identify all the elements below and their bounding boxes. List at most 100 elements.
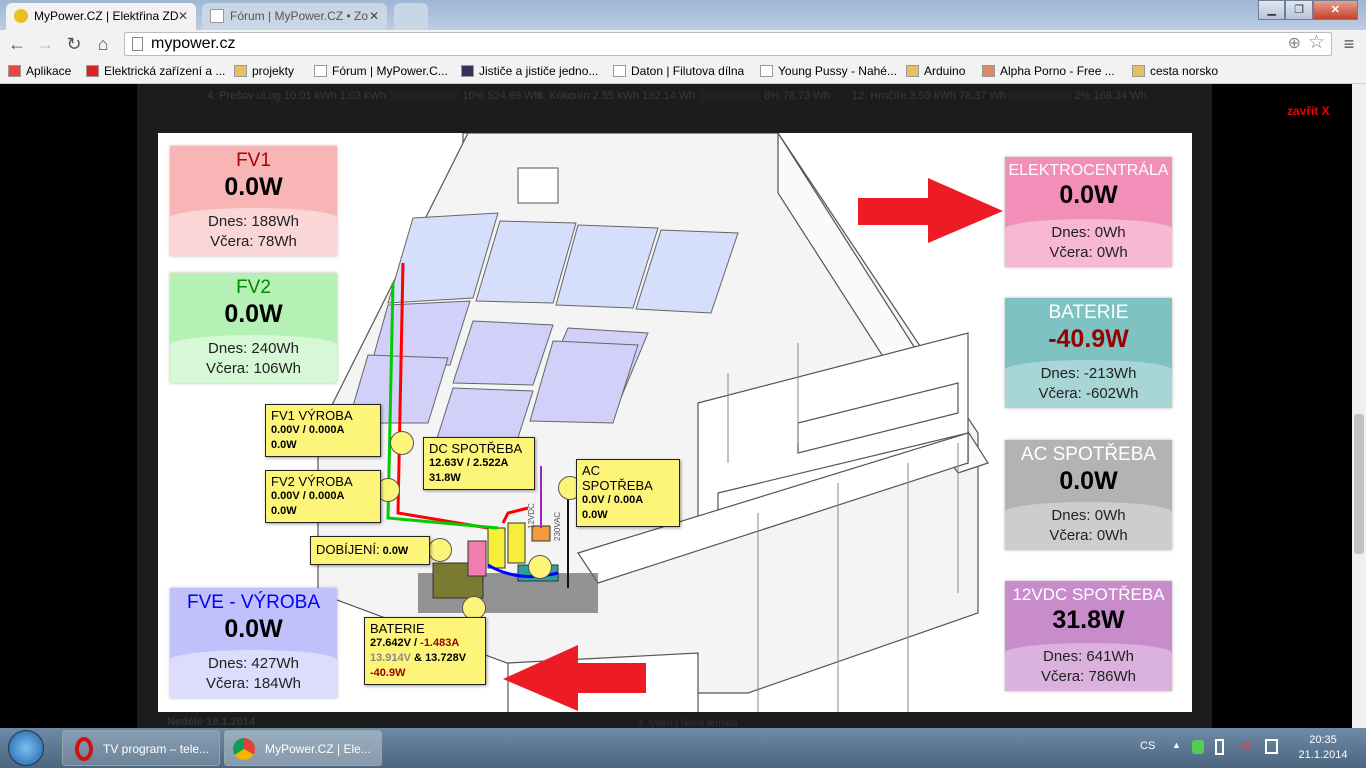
tab-forum[interactable]: Fórum | MyPower.CZ • Zo ✕	[202, 3, 387, 30]
cell1-voltage: 13.914V	[370, 652, 411, 664]
zoom-icon[interactable]: ⊕	[1288, 33, 1301, 55]
yesterday-value: Včera: 786Wh	[1040, 668, 1137, 685]
page-icon	[210, 9, 224, 23]
panel-title: FV1	[236, 150, 271, 171]
back-icon[interactable]: ←	[6, 33, 28, 55]
volume-muted-icon[interactable]: ⊘	[1240, 737, 1252, 754]
label-charging: DOBÍJENÍ: 0.0W	[310, 536, 430, 565]
bookmark-item[interactable]: projekty	[234, 63, 294, 79]
label-value: 0.0W	[382, 545, 409, 557]
bookmark-item[interactable]: Fórum | MyPower.C...	[314, 63, 448, 79]
chrome-icon	[233, 738, 255, 760]
network-icon[interactable]	[1265, 739, 1278, 754]
panel-title: BATERIE	[1048, 302, 1129, 323]
address-bar[interactable]: mypower.cz ⊕ ☆	[124, 32, 1332, 56]
label-title: FV2 VÝROBA	[271, 474, 353, 489]
taskbar-chrome[interactable]: MyPower.CZ | Ele...	[224, 730, 382, 766]
bookmark-item[interactable]: Young Pussy - Nahé...	[760, 63, 897, 79]
close-tab-icon[interactable]: ✕	[369, 3, 379, 29]
scrollbar[interactable]	[1352, 84, 1366, 728]
panel-value: 0.0W	[1059, 181, 1118, 209]
connector-dot	[528, 555, 552, 579]
clock[interactable]: 20:35 21.1.2014	[1298, 733, 1348, 763]
yesterday-value: Včera: 78Wh	[210, 233, 297, 250]
label-ac-consumption: AC SPOTŘEBA 0.0V / 0.00A 0.0W	[576, 459, 680, 527]
today-value: Dnes: 427Wh	[208, 655, 299, 672]
forward-icon[interactable]: →	[34, 33, 56, 55]
label-fv1-production: FV1 VÝROBA 0.00V / 0.000A 0.0W	[265, 404, 381, 457]
new-tab-button[interactable]	[394, 3, 428, 30]
close-tab-icon[interactable]: ✕	[178, 3, 188, 29]
security-icon[interactable]	[1192, 740, 1204, 754]
folder-icon	[234, 65, 247, 77]
bookmark-label: Aplikace	[26, 64, 72, 78]
panel-title: FVE - VÝROBA	[186, 592, 321, 613]
reload-icon[interactable]: ↻	[63, 33, 85, 55]
today-value: Dnes: 188Wh	[208, 213, 299, 230]
bookmark-label: Arduino	[924, 64, 966, 78]
today-value: Dnes: 0Wh	[1051, 507, 1126, 524]
bookmark-icon	[613, 65, 626, 77]
panel-value: 0.0W	[1059, 467, 1118, 495]
tab-title: Fórum | MyPower.CZ • Zo	[230, 9, 369, 23]
tab-mypower[interactable]: MyPower.CZ | Elektřina ZD ✕	[6, 3, 196, 30]
bookmark-item[interactable]: Daton | Filutova dílna	[613, 63, 744, 79]
bookmark-label: Young Pussy - Nahé...	[778, 64, 897, 78]
maximize-button[interactable]: ❐	[1285, 0, 1313, 20]
start-button[interactable]	[8, 730, 44, 766]
tab-strip: MyPower.CZ | Elektřina ZD ✕ Fórum | MyPow…	[0, 0, 1366, 30]
bookmark-item[interactable]: Elektrická zařízení a ...	[86, 63, 225, 79]
label-title: DOBÍJENÍ:	[316, 542, 380, 557]
menu-icon[interactable]: ≡	[1338, 33, 1360, 55]
yesterday-value: Včera: 106Wh	[205, 360, 302, 377]
panel-fv1: FV1 0.0W Dnes: 188Wh Včera: 78Wh	[170, 146, 337, 256]
yesterday-value: Včera: 184Wh	[205, 675, 302, 692]
bookmark-label: Daton | Filutova dílna	[631, 64, 745, 78]
close-window-button[interactable]: ✕	[1312, 0, 1358, 20]
today-value: Dnes: 0Wh	[1051, 224, 1126, 241]
week-link[interactable]: 3. týden | Nová témata	[637, 718, 737, 728]
star-icon[interactable]: ☆	[1308, 32, 1325, 54]
bookmark-label: Elektrická zařízení a ...	[104, 64, 226, 78]
home-icon[interactable]: ⌂	[92, 33, 114, 55]
clock-date: 21.1.2014	[1298, 749, 1348, 761]
label-fv2-production: FV2 VÝROBA 0.00V / 0.000A 0.0W	[265, 470, 381, 523]
page-icon	[132, 37, 143, 51]
scrollbar-thumb[interactable]	[1354, 414, 1364, 554]
taskbar: TV program – tele... MyPower.CZ | Ele...…	[0, 728, 1366, 768]
battery-voltage: 27.642V /	[370, 637, 418, 649]
bookmark-label: Jističe a jističe jedno...	[479, 64, 599, 78]
bookmark-label: projekty	[252, 64, 295, 78]
bookmark-icon	[461, 65, 474, 77]
close-overlay-link[interactable]: zavřít X	[1287, 104, 1330, 118]
bookmark-item[interactable]: cesta norsko	[1132, 63, 1218, 79]
minimize-button[interactable]: ▁	[1258, 0, 1286, 20]
bookmark-label: cesta norsko	[1150, 64, 1219, 78]
bookmark-item[interactable]: Aplikace	[8, 63, 71, 79]
label-title: BATERIE	[370, 621, 425, 636]
language-indicator[interactable]: CS	[1140, 740, 1155, 752]
bookmark-icon	[982, 65, 995, 77]
bookmark-icon	[760, 65, 773, 77]
bookmark-item[interactable]: Alpha Porno - Free ...	[982, 63, 1115, 79]
device-icon[interactable]	[1215, 739, 1224, 755]
stat-item: 4. Prešov uLog 10.01 kWh 1.03 kWh ░░░░░░…	[207, 90, 541, 102]
wire-230vac-label: 230VAC	[553, 512, 562, 541]
label-title: FV1 VÝROBA	[271, 408, 353, 423]
url-text: mypower.cz	[151, 35, 236, 52]
panel-value: 31.8W	[1052, 606, 1125, 634]
power-overview-dialog: 12VDC 230VAC FV1 0.0W Dnes: 188Wh Včera: …	[158, 133, 1192, 712]
panel-value: 0.0W	[224, 300, 283, 328]
show-hidden-icons[interactable]: ▲	[1172, 740, 1181, 750]
connector-dot	[390, 431, 414, 455]
yesterday-value: Včera: 0Wh	[1049, 527, 1128, 544]
stat-item: 12. Hrnčíře 3.59 kWh 78.37 Wh ░░░░░░░░ 2…	[852, 90, 1147, 102]
taskbar-label: MyPower.CZ | Ele...	[265, 742, 371, 756]
bookmark-item[interactable]: Arduino	[906, 63, 965, 79]
panel-title: FV2	[236, 277, 271, 298]
panel-ac-consumption: AC SPOTŘEBA 0.0W Dnes: 0Wh Včera: 0Wh	[1005, 440, 1172, 550]
taskbar-opera[interactable]: TV program – tele...	[62, 730, 220, 766]
opera-icon	[75, 737, 93, 761]
label-title: AC SPOTŘEBA	[582, 463, 653, 493]
bookmark-item[interactable]: Jističe a jističe jedno...	[461, 63, 598, 79]
